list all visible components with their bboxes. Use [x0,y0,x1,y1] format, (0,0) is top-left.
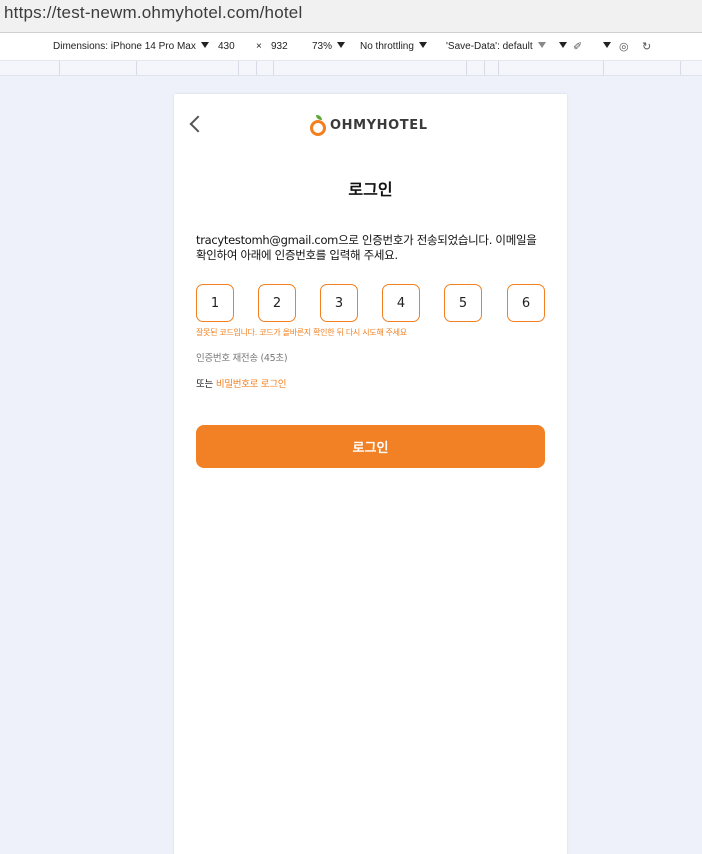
throttling-select[interactable]: No throttling [360,41,427,52]
device-height-input[interactable]: 932 [271,41,288,52]
ruler-tick [680,61,681,75]
save-data-select[interactable]: 'Save-Data': default [446,41,546,52]
page-title: 로그인 [348,180,393,199]
dropdown-arrow-icon [418,42,427,48]
back-arrow-icon[interactable] [189,115,207,133]
ruler-tick [466,61,467,75]
dropdown-arrow-icon [537,42,546,48]
zoom-label: 73% [312,41,333,52]
alt-login-prefix: 또는 [196,379,213,390]
code-digit-input-5[interactable]: 5 [444,284,482,322]
browser-address-bar[interactable]: https://test-newm.ohmyhotel.com/hotel [0,0,702,33]
code-digit-input-6[interactable]: 6 [507,284,545,322]
ruler-tick [498,61,499,75]
dropdown-arrow-icon [337,42,346,48]
mobile-viewport: OHMYHOTEL 로그인 tracytestomh@gmail.com으로 인… [174,94,567,854]
more-options-select[interactable] [554,41,567,52]
password-login-link[interactable]: 비밀번호로 로그인 [216,379,287,390]
orange-logo-icon [310,115,326,136]
alternative-login: 또는 비밀번호로 로그인 [196,376,286,390]
save-data-label: 'Save-Data': default [446,41,533,52]
ruler-tick [484,61,485,75]
ohmyhotel-logo[interactable]: OHMYHOTEL [310,112,428,138]
ruler-tick [603,61,604,75]
dropdown-arrow-icon [603,42,611,48]
code-digit-input-2[interactable]: 2 [258,284,296,322]
device-width-input[interactable]: 430 [218,41,235,52]
eye-icon[interactable]: ◎ [619,40,629,53]
code-error-message: 잘못된 코드입니다. 코드가 올바른지 확인한 뒤 다시 시도해 주세요 [196,328,407,337]
verification-code-inputs: 1 2 3 4 5 6 [196,284,545,322]
more-options-select-2[interactable] [598,41,611,52]
code-digit-input-3[interactable]: 3 [320,284,358,322]
resend-code-link[interactable]: 인증번호 재전송 (45초) [196,350,288,364]
ruler-tick [273,61,274,75]
rotate-device-icon[interactable]: ↻ [642,40,651,53]
dropdown-arrow-icon [200,42,209,48]
login-button[interactable]: 로그인 [196,425,545,468]
ruler-tick [59,61,60,75]
devtools-device-toolbar: Dimensions: iPhone 14 Pro Max 430 × 932 … [0,33,702,61]
logo-text: OHMYHOTEL [330,117,428,133]
code-digit-input-1[interactable]: 1 [196,284,234,322]
dimension-times-sign: × [256,41,262,52]
ruler-tick [238,61,239,75]
devtools-ruler [0,61,702,76]
url-text[interactable]: https://test-newm.ohmyhotel.com/hotel [4,3,302,23]
zoom-select[interactable]: 73% [312,41,346,52]
logo-ring [310,120,326,136]
verification-description: tracytestomh@gmail.com으로 인증번호가 전송되었습니다. … [196,233,537,262]
device-dimensions-select[interactable]: Dimensions: iPhone 14 Pro Max [53,41,209,52]
dropdown-arrow-icon [559,42,567,48]
code-digit-input-4[interactable]: 4 [382,284,420,322]
device-dimensions-label: Dimensions: iPhone 14 Pro Max [53,41,196,52]
ruler-tick [256,61,257,75]
eyedropper-icon[interactable]: ✐ [573,40,582,53]
throttling-label: No throttling [360,41,414,52]
ruler-tick [136,61,137,75]
